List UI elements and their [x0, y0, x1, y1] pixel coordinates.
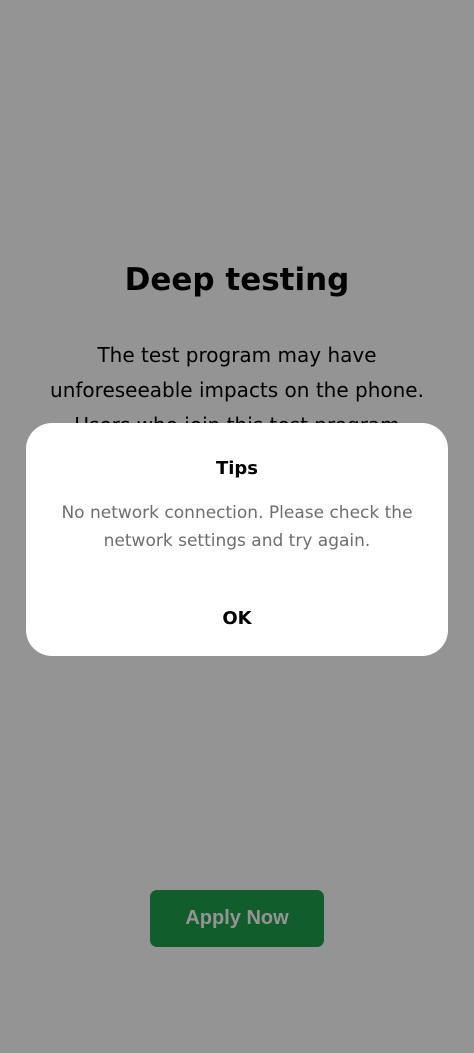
ok-button[interactable]: OK: [187, 599, 287, 637]
app-screen: 12:05 7.00 KB/S 52 Deep testing The test…: [0, 0, 474, 1053]
dialog-message: No network connection. Please check the …: [61, 503, 413, 551]
tips-dialog: Tips No network connection. Please check…: [26, 423, 448, 656]
dialog-title: Tips: [215, 458, 259, 479]
